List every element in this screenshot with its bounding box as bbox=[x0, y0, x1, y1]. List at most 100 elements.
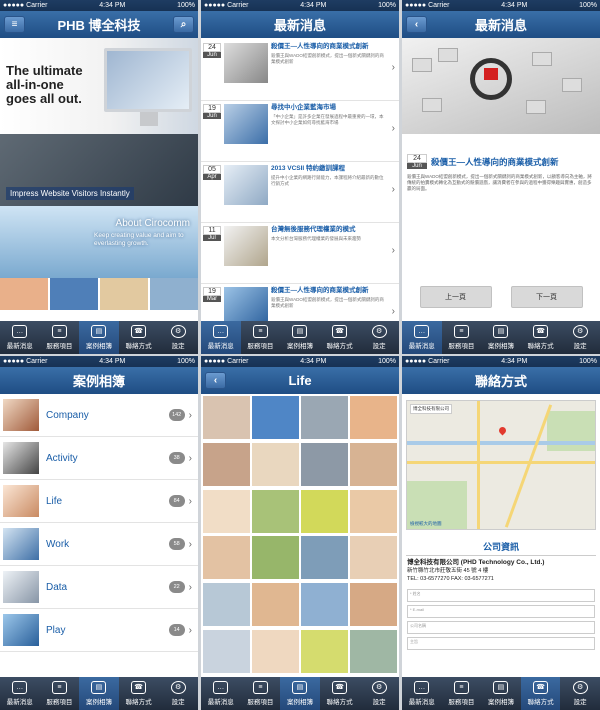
tab-services[interactable]: ≡ 服務項目 bbox=[40, 321, 80, 354]
photo-thumb[interactable] bbox=[350, 489, 397, 533]
page-title: 最新消息 bbox=[273, 18, 326, 33]
photo-thumb[interactable] bbox=[301, 396, 348, 439]
location-map[interactable]: 博全科技有限公司 檢視較大的地圖 bbox=[406, 400, 596, 530]
subject-field[interactable]: 主旨 bbox=[407, 637, 595, 650]
album-row[interactable]: Activity 38 › bbox=[0, 437, 198, 480]
album-row[interactable]: Company 142 › bbox=[0, 394, 198, 437]
photo-thumb[interactable] bbox=[252, 489, 299, 533]
tab-album[interactable]: ▤ 案例相簿 bbox=[280, 321, 320, 354]
banner-imac[interactable]: The ultimate all-in-one goes all out. bbox=[0, 38, 198, 134]
news-month: Jun bbox=[407, 163, 427, 169]
photo-thumb[interactable] bbox=[350, 442, 397, 486]
tab-bar: … 最新消息 ≡ 服務項目 ▤ 案例相簿 ☎ 聯絡方式 ⚙ 設定 bbox=[201, 321, 399, 354]
tab-label: 服務項目 bbox=[46, 343, 73, 350]
tab-services[interactable]: ≡ 服務項目 bbox=[40, 677, 80, 710]
photo-thumb[interactable] bbox=[350, 630, 397, 674]
tab-settings[interactable]: ⚙ 設定 bbox=[560, 677, 600, 710]
tab-album[interactable]: ▤ 案例相簿 bbox=[79, 321, 119, 354]
news-item[interactable]: 19 Mar 殺價王—人性導向的商業模式創新 殺價王與WADO結盟創新模式，提出一個新… bbox=[201, 284, 399, 321]
tab-settings[interactable]: ⚙ 設定 bbox=[560, 321, 600, 354]
list-icon: ≡ bbox=[252, 681, 268, 694]
prev-page-button[interactable]: 上一頁 bbox=[419, 286, 492, 308]
tab-news[interactable]: … 最新消息 bbox=[402, 321, 442, 354]
photo-thumb[interactable] bbox=[203, 489, 250, 533]
news-item[interactable]: 05 Apr 2013 VCSII 特約繳訓課程 提升中小企業的網路行銷能力，本課程將… bbox=[201, 162, 399, 223]
photo-thumb[interactable] bbox=[203, 630, 250, 674]
tab-news[interactable]: … 最新消息 bbox=[402, 677, 442, 710]
tab-news[interactable]: … 最新消息 bbox=[0, 321, 40, 354]
photo-thumb[interactable] bbox=[350, 583, 397, 627]
larger-map-link[interactable]: 檢視較大的地圖 bbox=[410, 521, 442, 527]
news-item[interactable]: 11 Jul 台灣無後服務代理權業的模式 本文分析台灣服務代理權業的發展與未來趨勢 › bbox=[201, 223, 399, 284]
chevron-right-icon: › bbox=[391, 184, 395, 195]
banner-impress[interactable]: Impress Website Visitors Instantly bbox=[0, 134, 198, 206]
name-field[interactable]: * 姓名 bbox=[407, 589, 595, 602]
screens-grid: ●●●●● Carrier 4:34 PM 100% ≡ PHB 博全科技 ⌕ Th… bbox=[0, 0, 600, 710]
photo-thumb[interactable] bbox=[203, 536, 250, 580]
photo-thumb[interactable] bbox=[350, 536, 397, 580]
tab-label: 最新消息 bbox=[408, 343, 435, 350]
tab-services[interactable]: ≡ 服務項目 bbox=[241, 321, 281, 354]
photo-thumb[interactable] bbox=[252, 630, 299, 674]
photo-thumb[interactable] bbox=[350, 396, 397, 439]
tab-album[interactable]: ▤ 案例相簿 bbox=[481, 321, 521, 354]
album-row[interactable]: Work 58 › bbox=[0, 523, 198, 566]
carrier-label: ●●●●● Carrier bbox=[405, 2, 450, 9]
page-title: 聯絡方式 bbox=[474, 374, 527, 389]
tab-album[interactable]: ▤ 案例相簿 bbox=[79, 677, 119, 710]
album-count-badge: 142 bbox=[168, 409, 185, 421]
photo-thumb[interactable] bbox=[203, 583, 250, 627]
battery-label: 100% bbox=[378, 2, 396, 9]
tab-contact[interactable]: ☎ 聯絡方式 bbox=[520, 677, 561, 710]
back-arrow-icon[interactable]: ‹ bbox=[205, 372, 226, 389]
album-row[interactable]: Data 22 › bbox=[0, 566, 198, 609]
tab-contact[interactable]: ☎ 聯絡方式 bbox=[119, 321, 159, 354]
search-icon[interactable]: ⌕ bbox=[173, 16, 194, 33]
tab-contact[interactable]: ☎ 聯絡方式 bbox=[320, 677, 360, 710]
back-arrow-icon[interactable]: ‹ bbox=[406, 16, 427, 33]
tab-settings[interactable]: ⚙ 設定 bbox=[359, 321, 399, 354]
tab-settings[interactable]: ⚙ 設定 bbox=[359, 677, 399, 710]
tab-contact[interactable]: ☎ 聯絡方式 bbox=[119, 677, 159, 710]
photo-thumb[interactable] bbox=[252, 442, 299, 486]
photo-thumb[interactable] bbox=[252, 396, 299, 439]
tab-services[interactable]: ≡ 服務項目 bbox=[241, 677, 281, 710]
tab-services[interactable]: ≡ 服務項目 bbox=[442, 677, 482, 710]
album-name: Work bbox=[46, 538, 70, 550]
chevron-right-icon: › bbox=[188, 538, 192, 550]
email-field[interactable]: * E-mail bbox=[407, 605, 595, 618]
news-desc: 殺價王與WADO結盟創新模式，提出一個新式關鍵詞的商業模式創新 bbox=[271, 297, 384, 308]
photo-thumb[interactable] bbox=[301, 489, 348, 533]
news-day: 19 bbox=[203, 104, 221, 113]
photo-thumb[interactable] bbox=[203, 396, 250, 439]
photo-thumb[interactable] bbox=[252, 536, 299, 580]
banner-about[interactable]: About Cirocomm Keep creating value and ai… bbox=[0, 206, 198, 278]
tab-label: 案例相簿 bbox=[487, 699, 514, 706]
news-item[interactable]: 24 Jun 殺價王—人性導向的商業模式創新 殺價王與WADO結盟創新模式，提出一個新… bbox=[201, 40, 399, 101]
menu-icon[interactable]: ≡ bbox=[4, 16, 25, 33]
next-page-button[interactable]: 下一頁 bbox=[510, 286, 583, 308]
tab-settings[interactable]: ⚙ 設定 bbox=[158, 677, 198, 710]
photo-thumb[interactable] bbox=[301, 442, 348, 486]
company-field[interactable]: 公司名稱 bbox=[407, 621, 595, 634]
news-item[interactable]: 19 Jun 尋找中小企業藍海市場 「中小企業」是許多企業在發展過程中最重要的一環，本… bbox=[201, 101, 399, 162]
album-row[interactable]: Play 14 › bbox=[0, 609, 198, 652]
album-list: Company 142 › Activity 38 › Life 84 › Work 58 › … bbox=[0, 394, 198, 677]
tab-news[interactable]: … 最新消息 bbox=[201, 677, 241, 710]
album-row[interactable]: Life 84 › bbox=[0, 480, 198, 523]
tab-settings[interactable]: ⚙ 設定 bbox=[158, 321, 198, 354]
tab-news[interactable]: … 最新消息 bbox=[0, 677, 40, 710]
photo-thumb[interactable] bbox=[252, 583, 299, 627]
tab-contact[interactable]: ☎ 聯絡方式 bbox=[521, 321, 561, 354]
tab-album[interactable]: ▤ 案例相簿 bbox=[280, 677, 320, 710]
tab-services[interactable]: ≡ 服務項目 bbox=[442, 321, 482, 354]
photo-thumb[interactable] bbox=[301, 583, 348, 627]
photo-thumb[interactable] bbox=[301, 536, 348, 580]
banner-strip[interactable] bbox=[0, 278, 198, 310]
tab-news[interactable]: … 最新消息 bbox=[201, 321, 241, 354]
photo-thumb[interactable] bbox=[301, 630, 348, 674]
news-day: 24 bbox=[203, 43, 221, 52]
tab-album[interactable]: ▤ 案例相簿 bbox=[481, 677, 521, 710]
photo-thumb[interactable] bbox=[203, 442, 250, 486]
tab-contact[interactable]: ☎ 聯絡方式 bbox=[320, 321, 360, 354]
